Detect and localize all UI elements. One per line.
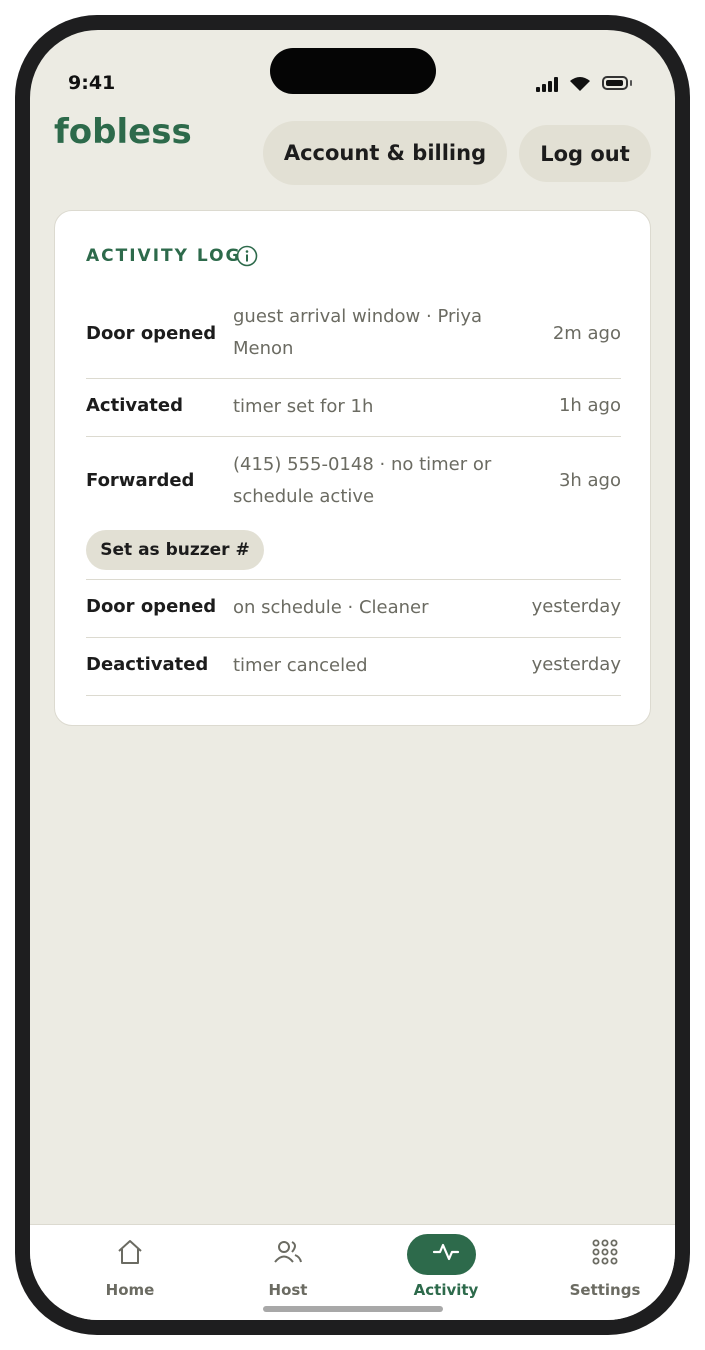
log-detail: on schedule · Cleaner bbox=[233, 597, 429, 618]
log-event: Door opened bbox=[86, 596, 217, 617]
log-detail: timer set for 1h bbox=[233, 396, 374, 417]
log-event: Door opened bbox=[86, 323, 217, 344]
app-logo: fobless bbox=[54, 112, 192, 152]
phone-frame: 9:41 fobless Account & billing Log out A… bbox=[15, 15, 690, 1335]
tab-label: Host bbox=[268, 1281, 308, 1299]
log-event: Deactivated bbox=[86, 654, 209, 675]
dynamic-island bbox=[270, 48, 436, 94]
log-row: Forwarded (415) 555-0148 · no timer or s… bbox=[86, 437, 621, 580]
status-time: 9:41 bbox=[68, 72, 116, 94]
log-event: Forwarded bbox=[86, 470, 195, 491]
tab-label: Activity bbox=[413, 1281, 479, 1299]
pulse-icon bbox=[432, 1243, 460, 1261]
log-row: Activated timer set for 1h 1h ago bbox=[86, 379, 621, 437]
grid-icon bbox=[592, 1239, 618, 1265]
set-as-buzzer-button[interactable]: Set as buzzer # bbox=[86, 530, 264, 570]
log-detail: timer canceled bbox=[233, 655, 368, 676]
log-time: 2m ago bbox=[552, 323, 621, 344]
home-icon bbox=[118, 1240, 142, 1264]
log-detail: guest arrival window · Priya Menon bbox=[233, 306, 483, 359]
log-detail: (415) 555-0148 · no timer or schedule ac… bbox=[233, 454, 492, 507]
logout-button[interactable]: Log out bbox=[519, 125, 651, 182]
battery-icon bbox=[602, 76, 628, 90]
home-indicator bbox=[263, 1306, 443, 1312]
tab-home[interactable]: Home bbox=[60, 1225, 200, 1320]
log-row: Door opened on schedule · Cleaner yester… bbox=[86, 580, 621, 638]
log-row: Deactivated timer canceled yesterday bbox=[86, 638, 621, 696]
log-event: Activated bbox=[86, 395, 183, 416]
activity-log-title: ACTIVITY LOG bbox=[86, 246, 242, 266]
log-row: Door opened guest arrival window · Priya… bbox=[86, 301, 621, 379]
tab-label: Home bbox=[105, 1281, 155, 1299]
info-icon[interactable] bbox=[236, 245, 258, 267]
tab-label: Settings bbox=[569, 1281, 641, 1299]
activity-log-card: ACTIVITY LOG Door opened guest arrival w… bbox=[54, 210, 651, 726]
app-screen: 9:41 fobless Account & billing Log out A… bbox=[30, 30, 675, 1320]
tab-settings[interactable]: Settings bbox=[535, 1225, 675, 1320]
log-time: 1h ago bbox=[558, 395, 621, 416]
log-time: 3h ago bbox=[558, 470, 621, 491]
log-time: yesterday bbox=[531, 596, 621, 617]
wifi-icon bbox=[570, 77, 590, 91]
people-icon bbox=[274, 1241, 302, 1263]
battery-tip bbox=[630, 80, 632, 86]
account-billing-button[interactable]: Account & billing bbox=[263, 121, 507, 185]
signal-icon bbox=[536, 76, 562, 92]
log-time: yesterday bbox=[531, 654, 621, 675]
